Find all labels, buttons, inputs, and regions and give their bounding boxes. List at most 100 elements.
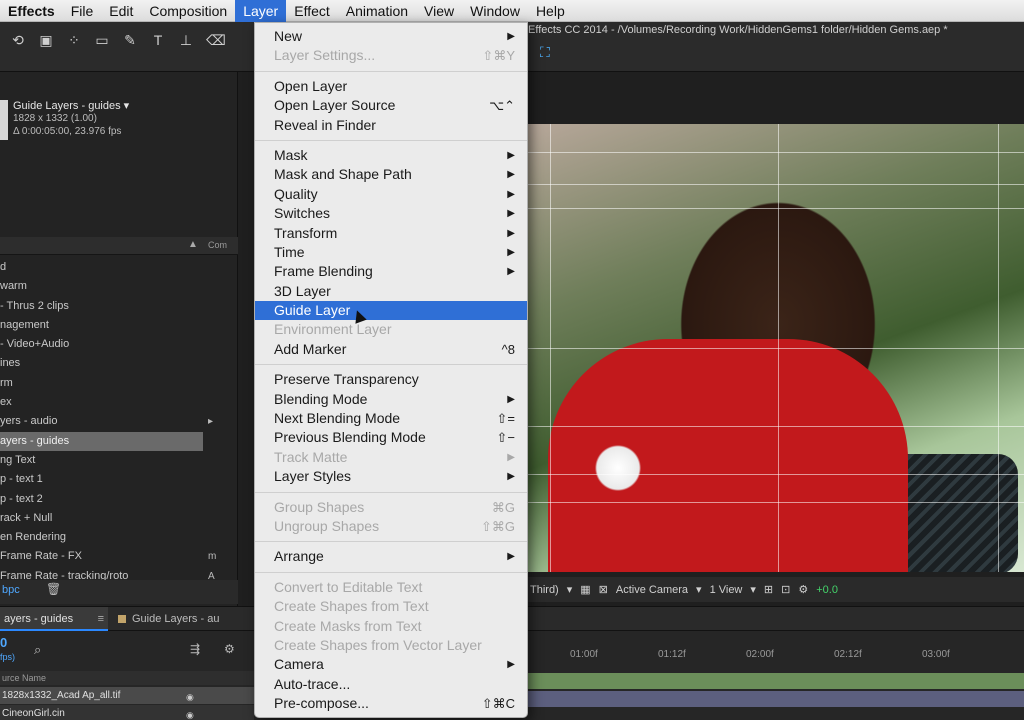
menu-item-reveal-in-finder[interactable]: Reveal in Finder <box>255 116 527 135</box>
view-layout-label[interactable]: Third) <box>530 584 559 596</box>
camera-select[interactable]: Active Camera <box>616 584 688 596</box>
pan-behind-icon[interactable]: ⁘ <box>66 32 82 48</box>
menu-item-arrange[interactable]: Arrange ▶ <box>255 547 527 566</box>
sort-arrow-icon[interactable]: ▲ <box>188 239 198 250</box>
menu-composition[interactable]: Composition <box>141 0 235 22</box>
composition-frame[interactable] <box>528 124 1024 572</box>
dropdown-icon[interactable]: ▾ <box>750 583 756 596</box>
menu-item-label: Frame Blending <box>274 263 373 280</box>
menu-item-blending-mode[interactable]: Blending Mode ▶ <box>255 390 527 409</box>
menu-view[interactable]: View <box>416 0 462 22</box>
menu-edit[interactable]: Edit <box>101 0 141 22</box>
dropdown-icon[interactable]: ▾ <box>696 583 702 596</box>
menu-item-label: Layer Settings... <box>274 47 376 64</box>
project-list-item[interactable]: d <box>0 258 238 277</box>
rectangle-tool-icon[interactable]: ▭ <box>94 32 110 48</box>
menu-item-guide-layer[interactable]: Guide Layer <box>255 301 527 321</box>
menu-item-add-marker[interactable]: Add Marker ^8 <box>255 340 527 359</box>
timeline-layer-row[interactable]: 1828x1332_Acad Ap_all.tif ◉ <box>0 687 254 704</box>
menu-item-pre-compose[interactable]: Pre-compose... ⇧⌘C <box>255 694 527 713</box>
project-column-label[interactable]: Com <box>208 240 227 250</box>
project-item-label: p - text 1 <box>0 473 43 486</box>
project-list-item[interactable]: rack + Null <box>0 509 238 528</box>
search-icon[interactable]: ⌕ <box>34 642 41 658</box>
draft-3d-icon[interactable]: ⚙ <box>224 642 235 656</box>
project-item-label: ng Text <box>0 453 36 466</box>
rotate-tool-icon[interactable]: ⟲ <box>10 32 26 48</box>
menu-item-previous-blending-mode[interactable]: Previous Blending Mode ⇧− <box>255 428 527 447</box>
time-ruler[interactable]: 01:00f 01:12f 02:00f 02:12f 03:00f <box>528 645 1024 669</box>
project-item-label: p - text 2 <box>0 492 43 505</box>
grid-icon[interactable]: ▦ <box>580 583 590 596</box>
menu-layer[interactable]: Layer <box>235 0 287 22</box>
menu-item-next-blending-mode[interactable]: Next Blending Mode ⇧= <box>255 409 527 428</box>
project-list-item[interactable]: - Thrus 2 clips <box>0 297 238 316</box>
view-count-select[interactable]: 1 View <box>710 584 743 596</box>
menu-item-camera[interactable]: Camera ▶ <box>255 655 527 674</box>
project-list-item[interactable]: nagement <box>0 316 238 335</box>
menu-item-auto-trace[interactable]: Auto-trace... <box>255 675 527 694</box>
current-timecode[interactable]: 0 <box>0 635 7 650</box>
project-list-item[interactable]: - Video+Audio <box>0 335 238 354</box>
visibility-icon[interactable]: ◉ <box>186 689 198 702</box>
layer-controls-icon[interactable]: ⊞ <box>764 583 773 596</box>
menu-effects[interactable]: Effects <box>0 0 63 22</box>
menu-item-layer-styles[interactable]: Layer Styles ▶ <box>255 467 527 486</box>
fit-view-icon[interactable]: ⛶ <box>540 44 550 61</box>
project-list-item[interactable]: p - text 2 <box>0 490 238 509</box>
menu-item-quality[interactable]: Quality ▶ <box>255 185 527 204</box>
reset-exposure-icon[interactable]: ⚙ <box>798 583 808 596</box>
menu-item-label: Guide Layer <box>274 302 351 319</box>
tab-menu-icon[interactable]: ≡ <box>98 607 104 631</box>
menu-item-preserve-transparency[interactable]: Preserve Transparency <box>255 370 527 389</box>
project-list-item[interactable]: ex <box>0 393 238 412</box>
project-item-label: ines <box>0 357 21 370</box>
bpc-button[interactable]: bpc <box>2 584 20 596</box>
trash-icon[interactable]: 🗑 <box>46 582 61 596</box>
project-list-item[interactable]: rm <box>0 374 238 393</box>
timeline-tab-active[interactable]: ayers - guides ≡ <box>0 607 108 631</box>
menu-item-time[interactable]: Time ▶ <box>255 243 527 262</box>
menu-animation[interactable]: Animation <box>338 0 416 22</box>
menu-item-mask[interactable]: Mask ▶ <box>255 146 527 165</box>
project-list-item[interactable]: yers - audio ▸ <box>0 412 238 431</box>
menu-effect[interactable]: Effect <box>286 0 338 22</box>
project-item-name[interactable]: Guide Layers - guides ▾ <box>13 99 129 112</box>
project-list-item[interactable]: ines <box>0 354 238 373</box>
snapshot-icon[interactable]: ⊡ <box>781 583 790 596</box>
menu-item-open-layer[interactable]: Open Layer <box>255 77 527 96</box>
menu-item-switches[interactable]: Switches ▶ <box>255 204 527 223</box>
project-list-item[interactable]: en Rendering <box>0 528 238 547</box>
menu-window[interactable]: Window <box>462 0 528 22</box>
pen-tool-icon[interactable]: ✎ <box>122 32 138 48</box>
layer-name-column-header[interactable]: urce Name <box>0 671 254 685</box>
project-list-item[interactable]: ayers - guides <box>0 431 203 451</box>
layer-duration-bar[interactable] <box>528 691 1024 707</box>
visibility-icon[interactable]: ◉ <box>186 707 198 720</box>
menu-item-open-layer-source[interactable]: Open Layer Source ⌥⌃ <box>255 96 527 115</box>
layer-duration-bar[interactable] <box>528 673 1024 689</box>
menu-help[interactable]: Help <box>528 0 573 22</box>
dropdown-icon[interactable]: ▾ <box>567 583 573 596</box>
brush-tool-icon[interactable]: ⊥ <box>178 32 194 48</box>
project-list-item[interactable]: warm <box>0 277 238 296</box>
eraser-tool-icon[interactable]: ⌫ <box>206 32 226 48</box>
timeline-tab-other[interactable]: Guide Layers - au <box>112 607 262 631</box>
menu-item-transform[interactable]: Transform ▶ <box>255 224 527 243</box>
comp-flowchart-icon[interactable]: ⇶ <box>190 642 200 656</box>
text-tool-icon[interactable]: T <box>150 32 166 48</box>
menu-file[interactable]: File <box>63 0 102 22</box>
menu-item-new[interactable]: New ▶ <box>255 27 527 46</box>
menu-item-mask-and-shape-path[interactable]: Mask and Shape Path ▶ <box>255 165 527 184</box>
project-list-item[interactable]: ng Text <box>0 451 238 470</box>
timeline-layer-row[interactable]: CineonGirl.cin ◉ <box>0 705 254 720</box>
menu-separator <box>255 364 527 366</box>
menu-item-3d-layer[interactable]: 3D Layer <box>255 282 527 301</box>
camera-tool-icon[interactable]: ▣ <box>38 32 54 48</box>
project-list-item[interactable]: p - text 1 <box>0 470 238 489</box>
menu-item-frame-blending[interactable]: Frame Blending ▶ <box>255 262 527 281</box>
menu-bar: Effects File Edit Composition Layer Effect Ani… <box>0 0 1024 22</box>
mask-visibility-icon[interactable]: ⊠ <box>599 583 608 596</box>
project-list-item[interactable]: Frame Rate - FX m <box>0 547 238 566</box>
exposure-value[interactable]: +0.0 <box>816 584 838 596</box>
